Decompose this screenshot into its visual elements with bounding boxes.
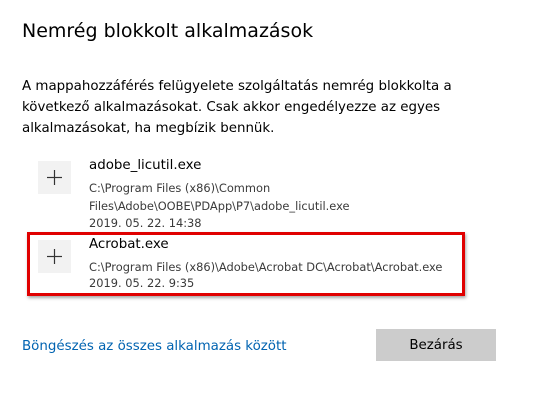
app-date: 2019. 05. 22. 14:38 xyxy=(89,216,202,230)
plus-icon xyxy=(47,170,62,185)
blocked-apps-dialog: Nemrég blokkolt alkalmazások A mappahozz… xyxy=(0,0,539,405)
browse-all-apps-link[interactable]: Böngészés az összes alkalmazás között xyxy=(22,339,287,354)
dialog-description: A mappahozzáférés felügyelete szolgáltat… xyxy=(22,79,452,136)
dialog-title: Nemrég blokkolt alkalmazások xyxy=(22,20,314,42)
close-button[interactable]: Bezárás xyxy=(376,329,496,361)
app-name: adobe_licutil.exe xyxy=(89,158,202,173)
allow-app-button[interactable] xyxy=(38,161,71,194)
blocked-app-item[interactable]: adobe_licutil.exe C:\Program Files (x86)… xyxy=(38,158,478,231)
app-path: C:\Program Files (x86)\Common Files\Adob… xyxy=(89,181,350,213)
highlight-annotation-box xyxy=(27,232,465,296)
